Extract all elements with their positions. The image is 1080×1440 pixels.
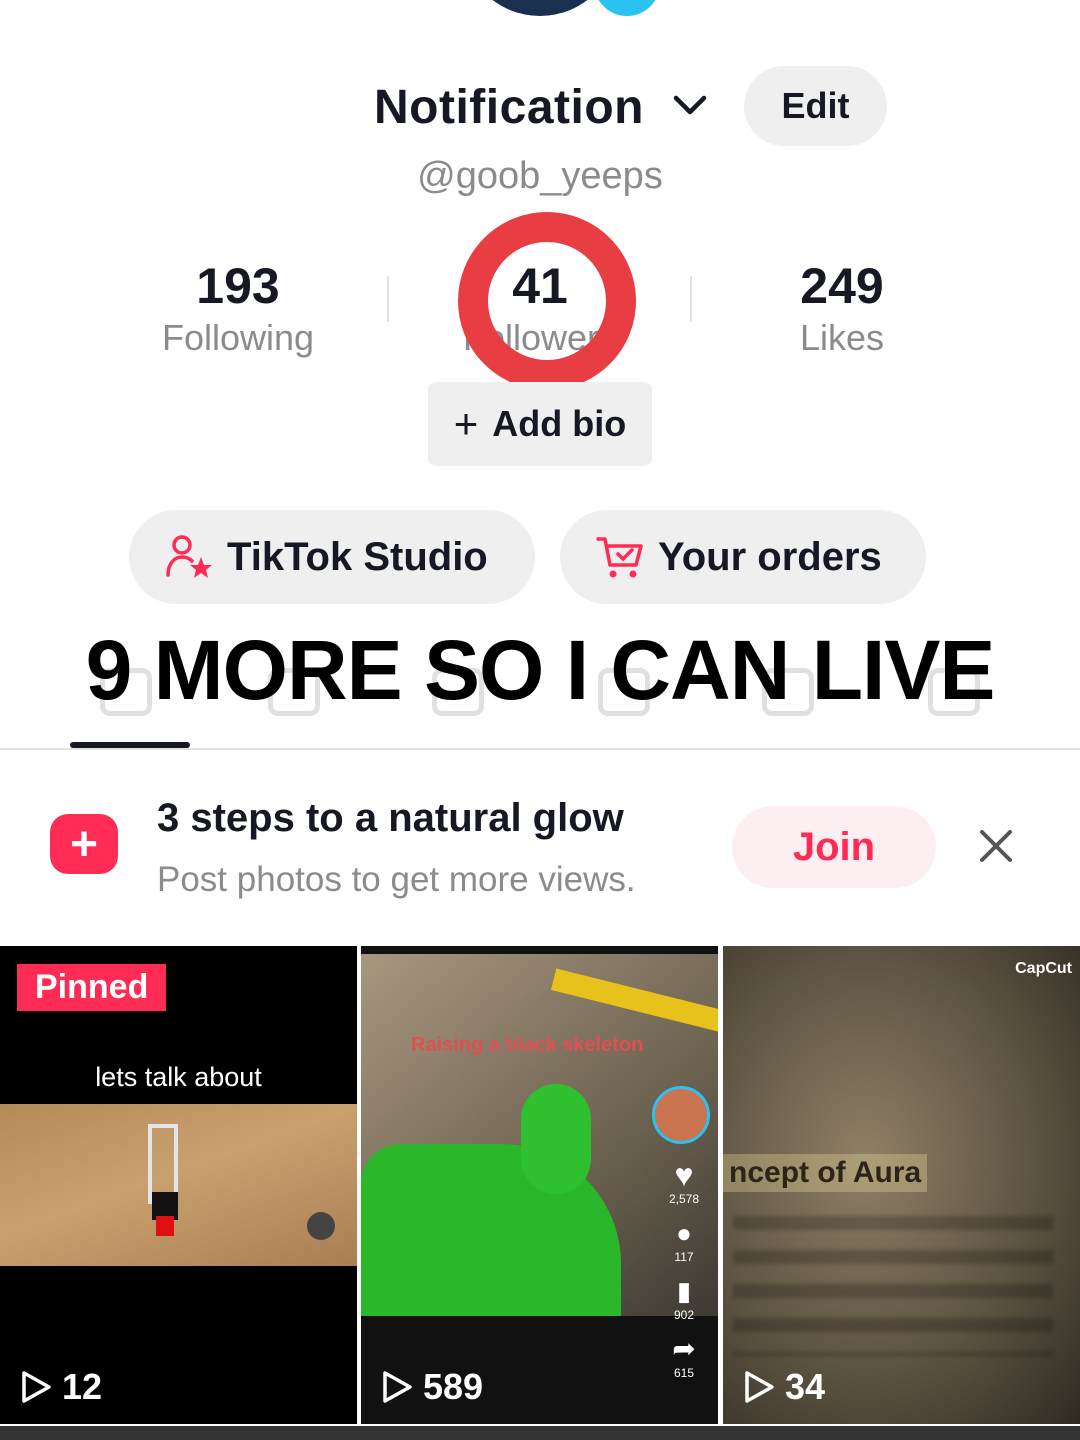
share-icon: ➦ (672, 1333, 696, 1364)
play-icon (745, 1371, 774, 1403)
comment-count: 117 (674, 1250, 694, 1264)
play-count: 589 (381, 1366, 483, 1408)
avatar-add-badge[interactable] (594, 0, 660, 16)
pinned-badge: Pinned (17, 964, 167, 1011)
save-count: 902 (673, 1308, 695, 1322)
stat-likes[interactable]: 249 Likes (712, 258, 972, 360)
video-thumbnail (0, 1104, 357, 1266)
username: @goob_yeeps (417, 155, 663, 197)
plus-icon: + (453, 400, 479, 447)
capcut-watermark: CapCut (1015, 960, 1072, 977)
creator-avatar (652, 1086, 710, 1144)
your-orders-button[interactable]: Your orders (560, 510, 926, 604)
close-icon[interactable] (972, 822, 1020, 870)
video-tile[interactable]: CapCut ncept of Aura 34 (723, 946, 1080, 1424)
share-count: 615 (673, 1366, 695, 1380)
tab-divider (0, 748, 1080, 750)
like-count: 2,578 (668, 1192, 700, 1206)
display-name[interactable]: Notification (374, 80, 644, 135)
video-tile[interactable]: Raising a black skeleton ♥ 2,578 ● 117 ▮… (361, 946, 718, 1424)
comment-icon: ● (676, 1218, 692, 1248)
join-button[interactable]: Join (732, 806, 936, 888)
your-orders-label: Your orders (658, 534, 882, 579)
video-caption: Raising a black skeleton (411, 1034, 644, 1056)
chevron-down-icon[interactable] (672, 92, 708, 120)
creator-star-icon (166, 535, 212, 578)
play-icon (22, 1371, 51, 1403)
add-bio-button[interactable]: + Add bio (428, 382, 652, 466)
tiktok-studio-button[interactable]: TikTok Studio (129, 510, 535, 604)
add-post-icon: + (50, 814, 118, 874)
likes-label: Likes (799, 317, 885, 358)
play-count: 12 (20, 1366, 102, 1408)
add-bio-label: Add bio (492, 403, 627, 444)
cart-icon (596, 537, 643, 578)
edit-profile-button[interactable]: Edit (744, 66, 887, 146)
overlay-caption: 9 MORE SO I CAN LIVE (85, 623, 996, 717)
heart-icon: ♥ (674, 1157, 694, 1193)
video-tile[interactable]: Pinned lets talk about 12 (0, 946, 357, 1424)
annotation-circle (458, 212, 636, 390)
play-count-value: 589 (423, 1366, 484, 1407)
tiktok-studio-label: TikTok Studio (227, 534, 488, 579)
video-caption: lets talk about (95, 1062, 262, 1092)
play-count-value: 34 (785, 1366, 826, 1407)
following-label: Following (161, 317, 315, 358)
next-row-thumbnails[interactable] (0, 1426, 1080, 1440)
play-count: 34 (743, 1366, 825, 1408)
likes-count: 249 (800, 258, 884, 314)
stat-following[interactable]: 193 Following (108, 258, 368, 360)
following-count: 193 (196, 258, 280, 314)
play-icon (383, 1371, 412, 1403)
promo-title: 3 steps to a natural glow (157, 796, 624, 840)
blurred-text (733, 1216, 1053, 1356)
bookmark-icon: ▮ (676, 1276, 692, 1306)
stat-divider (387, 276, 389, 322)
video-caption: ncept of Aura (723, 1154, 928, 1192)
video-stats: ♥ 2,578 ● 117 ▮ 902 ➦ 615 (654, 1158, 714, 1380)
play-count-value: 12 (62, 1366, 103, 1407)
stat-divider (690, 276, 692, 322)
avatar[interactable] (462, 0, 618, 16)
promo-subtitle: Post photos to get more views. (157, 860, 636, 899)
